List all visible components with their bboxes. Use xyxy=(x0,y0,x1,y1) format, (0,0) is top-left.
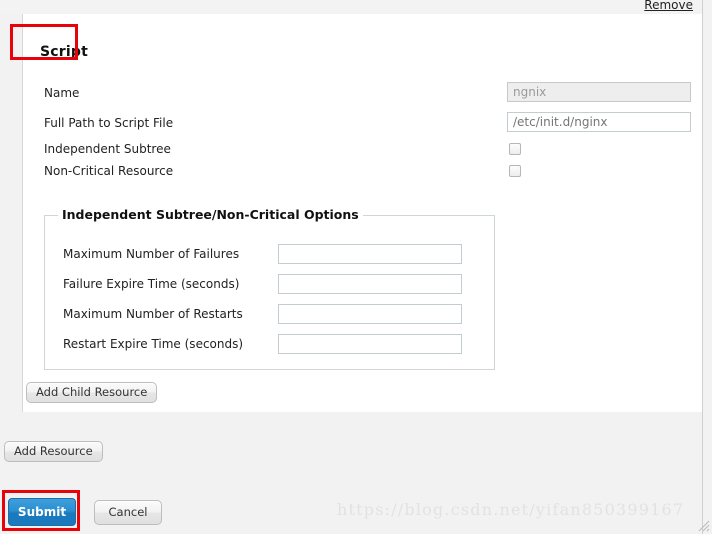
non-critical-resource-checkbox[interactable] xyxy=(509,165,521,177)
submit-button[interactable]: Submit xyxy=(8,498,76,526)
independent-subtree-checkbox[interactable] xyxy=(509,143,521,155)
cancel-button[interactable]: Cancel xyxy=(94,500,162,525)
name-input[interactable] xyxy=(507,82,691,102)
watermark-text: https://blog.csdn.net/yifan850399167 xyxy=(337,500,685,519)
label-max-failures: Maximum Number of Failures xyxy=(63,247,240,261)
label-non-critical-resource: Non-Critical Resource xyxy=(44,164,174,178)
failure-expire-time-input[interactable] xyxy=(278,274,462,294)
label-name: Name xyxy=(44,86,80,100)
page-root: Remove Script Name Full Path to Script F… xyxy=(0,0,712,534)
max-failures-input[interactable] xyxy=(278,244,462,264)
options-legend: Independent Subtree/Non-Critical Options xyxy=(58,207,363,222)
add-resource-button[interactable]: Add Resource xyxy=(4,441,103,462)
page-title: Script xyxy=(40,44,88,60)
add-child-resource-button[interactable]: Add Child Resource xyxy=(26,382,158,403)
label-max-restarts: Maximum Number of Restarts xyxy=(63,307,243,321)
independent-subtree-options-group: Independent Subtree/Non-Critical Options… xyxy=(44,207,495,370)
panel-gutter xyxy=(0,14,22,412)
resize-grip-icon[interactable] xyxy=(697,519,710,532)
frame-right-rule xyxy=(702,0,703,534)
remove-link[interactable]: Remove xyxy=(644,0,693,12)
restart-expire-time-input[interactable] xyxy=(278,334,462,354)
full-path-input[interactable] xyxy=(507,112,691,132)
label-restart-expire-time: Restart Expire Time (seconds) xyxy=(63,337,244,351)
label-failure-expire-time: Failure Expire Time (seconds) xyxy=(63,277,240,291)
resource-toolbar: Remove xyxy=(0,0,702,14)
label-independent-subtree: Independent Subtree xyxy=(44,142,171,156)
resource-panel: Script Name Full Path to Script File Ind… xyxy=(22,14,702,412)
max-restarts-input[interactable] xyxy=(278,304,462,324)
label-full-path: Full Path to Script File xyxy=(44,116,174,130)
